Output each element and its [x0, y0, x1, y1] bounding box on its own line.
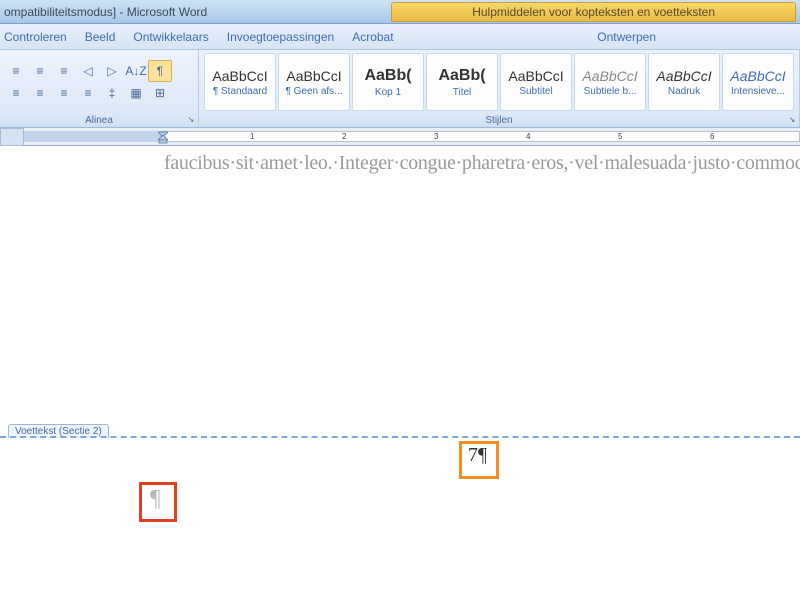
show-formatting-button[interactable]: ¶	[148, 60, 172, 82]
tab-selector[interactable]	[0, 128, 24, 146]
numbering-button[interactable]: ≡	[28, 60, 52, 82]
page-number-field[interactable]: 7¶	[468, 444, 487, 467]
line-spacing-button[interactable]: ‡	[100, 82, 124, 104]
tab-ontwerpen[interactable]: Ontwerpen	[597, 30, 656, 44]
window-title: ompatibiliteitsmodus] - Microsoft Word	[4, 5, 207, 19]
tab-controleren[interactable]: Controleren	[4, 30, 67, 44]
group-label-stijlen: Stijlen ↘	[199, 114, 799, 127]
align-center-button[interactable]: ≡	[28, 82, 52, 104]
group-stijlen: AaBbCcI¶ Standaard AaBbCcI¶ Geen afs... …	[199, 50, 800, 127]
title-bar: ompatibiliteitsmodus] - Microsoft Word H…	[0, 0, 800, 24]
decrease-indent-button[interactable]: ◁	[76, 60, 100, 82]
align-right-button[interactable]: ≡	[52, 82, 76, 104]
multilevel-list-button[interactable]: ≡	[52, 60, 76, 82]
tab-acrobat[interactable]: Acrobat	[352, 30, 393, 44]
indent-marker-icon[interactable]	[158, 128, 168, 144]
alinea-launcher-icon[interactable]: ↘	[186, 115, 196, 125]
group-label-alinea: Alinea ↘	[0, 114, 198, 127]
contextual-tab-header-footer: Hulpmiddelen voor kopteksten en voetteks…	[391, 2, 796, 22]
tab-invoegtoepassingen[interactable]: Invoegtoepassingen	[227, 30, 334, 44]
style-kop-1[interactable]: AaBb(Kop 1	[352, 53, 424, 111]
alinea-buttons: ≡ ≡ ≡ ◁ ▷ A↓Z ¶ ≡ ≡ ≡ ≡ ‡ ▦ ⊞	[0, 50, 198, 114]
paragraph-mark-icon: ¶	[150, 486, 161, 513]
style-subtitel[interactable]: AaBbCcISubtitel	[500, 53, 572, 111]
shading-button[interactable]: ▦	[124, 82, 148, 104]
style-standaard[interactable]: AaBbCcI¶ Standaard	[204, 53, 276, 111]
style-titel[interactable]: AaBb(Titel	[426, 53, 498, 111]
align-left-button[interactable]: ≡	[4, 82, 28, 104]
tab-ontwikkelaars[interactable]: Ontwikkelaars	[133, 30, 208, 44]
borders-button[interactable]: ⊞	[148, 82, 172, 104]
ribbon: ≡ ≡ ≡ ◁ ▷ A↓Z ¶ ≡ ≡ ≡ ≡ ‡ ▦ ⊞	[0, 50, 800, 128]
document-area[interactable]: faucibus·sit·amet·leo.·Integer·congue·ph…	[0, 146, 800, 600]
style-intensieve[interactable]: AaBbCcIIntensieve...	[722, 53, 794, 111]
style-nadruk[interactable]: AaBbCcINadruk	[648, 53, 720, 111]
align-justify-button[interactable]: ≡	[76, 82, 100, 104]
group-alinea: ≡ ≡ ≡ ◁ ▷ A↓Z ¶ ≡ ≡ ≡ ≡ ‡ ▦ ⊞	[0, 50, 199, 127]
styles-gallery[interactable]: AaBbCcI¶ Standaard AaBbCcI¶ Geen afs... …	[199, 50, 799, 114]
increase-indent-button[interactable]: ▷	[100, 60, 124, 82]
tab-beeld[interactable]: Beeld	[85, 30, 116, 44]
stijlen-launcher-icon[interactable]: ↘	[787, 115, 797, 125]
bullets-button[interactable]: ≡	[4, 60, 28, 82]
footer-boundary	[0, 436, 800, 438]
ribbon-tabs: Controleren Beeld Ontwikkelaars Invoegto…	[0, 24, 800, 50]
style-subtiele-benadrukking[interactable]: AaBbCcISubtiele b...	[574, 53, 646, 111]
sort-button[interactable]: A↓Z	[124, 60, 148, 82]
style-geen-afstand[interactable]: AaBbCcI¶ Geen afs...	[278, 53, 350, 111]
horizontal-ruler[interactable]: 1 2 3 4 5 6	[0, 128, 800, 146]
body-text: faucibus·sit·amet·leo.·Integer·congue·ph…	[164, 148, 790, 178]
